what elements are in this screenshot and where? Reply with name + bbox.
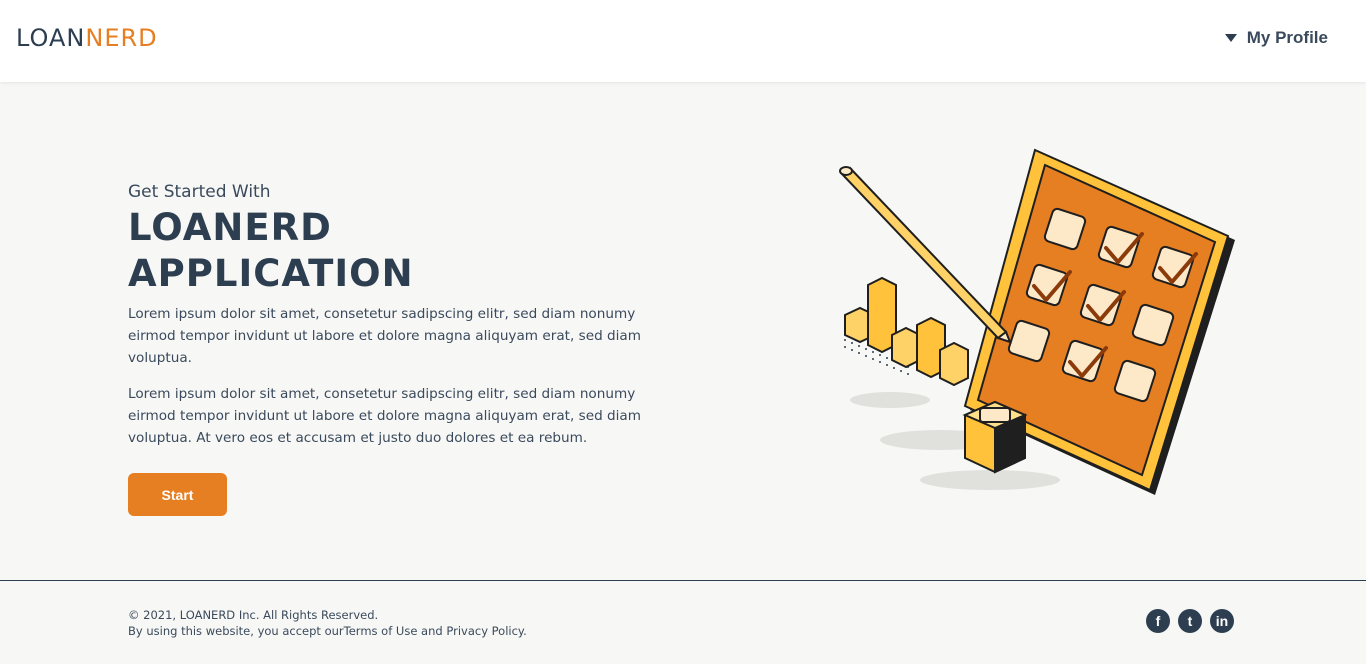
my-profile-label: My Profile bbox=[1246, 28, 1328, 47]
hero-kicker: Get Started With bbox=[128, 182, 271, 202]
checklist-illustration bbox=[839, 148, 1235, 495]
caret-down-icon bbox=[1224, 34, 1237, 42]
hero-text: Get Started With LOANERD APPLICATION Lor… bbox=[128, 181, 648, 449]
twitter-icon[interactable]: t bbox=[1178, 609, 1202, 633]
hero-paragraph-1: Lorem ipsum dolor sit amet, consetetur s… bbox=[128, 306, 641, 366]
linkedin-icon[interactable]: in bbox=[1210, 609, 1234, 633]
hero-paragraph-2: Lorem ipsum dolor sit amet, consetetur s… bbox=[128, 386, 641, 446]
privacy-link[interactable]: Privacy Policy bbox=[446, 624, 523, 638]
logo-text-mid: N bbox=[85, 24, 105, 52]
logo-text-part2: ERD bbox=[104, 24, 158, 52]
terms-line: By using this website, you accept ourTer… bbox=[128, 623, 527, 639]
hero-title: LOANERD APPLICATION bbox=[128, 205, 648, 297]
copyright-text: © 2021, LOANERD Inc. All Rights Reserved… bbox=[128, 608, 379, 622]
footer-text: © 2021, LOANERD Inc. All Rights Reserved… bbox=[128, 607, 527, 639]
logo-text-part1: LOAN bbox=[16, 24, 86, 52]
terms-link[interactable]: Terms of Use bbox=[344, 624, 418, 638]
social-links: f t in bbox=[1146, 609, 1234, 633]
footer-divider bbox=[0, 580, 1366, 581]
hero-title-line1: LOANERD bbox=[128, 206, 332, 249]
top-header: LOANNERD My Profile bbox=[0, 0, 1366, 82]
logo[interactable]: LOANNERD bbox=[16, 24, 158, 52]
my-profile-dropdown[interactable]: My Profile bbox=[1224, 28, 1328, 48]
facebook-icon[interactable]: f bbox=[1146, 609, 1170, 633]
hero-title-line2: APPLICATION bbox=[128, 252, 414, 295]
period-text: . bbox=[523, 624, 527, 638]
start-button[interactable]: Start bbox=[128, 473, 227, 516]
and-text: and bbox=[417, 624, 447, 638]
accept-prefix: By using this website, you accept our bbox=[128, 624, 344, 638]
